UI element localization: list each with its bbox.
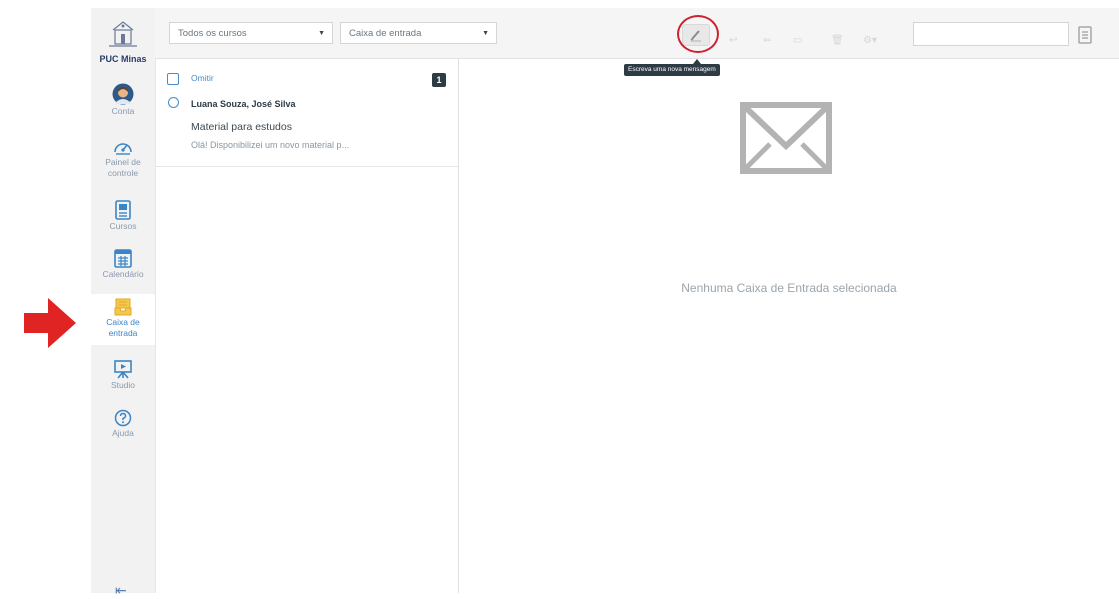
nav-item-painel[interactable]: Painel de controle [91,138,155,179]
message-sender: Luana Souza, José Silva [191,99,296,109]
nav-item-conta[interactable]: Conta [91,83,155,117]
nav-item-cursos[interactable]: Cursos [91,200,155,232]
mailbox-filter-select[interactable]: Caixa de entrada ▼ [340,22,497,44]
courses-icon [115,200,131,220]
more-options-icon[interactable]: ⚙▾ [863,35,877,46]
nav-label: Ajuda [112,428,134,438]
nav-item-caixa-de-entrada[interactable]: Caixa de entrada [91,294,155,345]
empty-state-message: Nenhuma Caixa de Entrada selecionada [681,281,897,295]
nav-label: Conta [111,106,135,116]
message-subject: Material para estudos [191,121,292,133]
help-icon [114,409,132,427]
archive-icon[interactable]: ▭ [793,35,802,46]
reply-icon[interactable]: ↩ [729,35,737,46]
dashboard-icon [114,143,132,155]
unread-count-badge: 1 [432,73,446,87]
message-detail-pane: Nenhuma Caixa de Entrada selecionada [459,59,1119,593]
course-filter-value: Todos os cursos [178,28,247,39]
nav-label: Calendário [102,269,144,279]
highlight-circle [677,15,719,53]
global-nav-sidebar: PUC Minas Conta Painel de controle Curso… [91,8,156,598]
reply-all-icon[interactable]: ⇐ [763,35,771,46]
nav-label: Cursos [109,221,137,231]
unread-indicator-icon[interactable] [168,97,179,108]
mailbox-filter-value: Caixa de entrada [349,28,422,39]
nav-item-ajuda[interactable]: Ajuda [91,409,155,439]
nav-item-calendario[interactable]: Calendário [91,248,155,280]
collapse-nav-icon[interactable]: ⇤ [115,582,127,599]
select-all-checkbox[interactable] [167,73,179,85]
list-divider [155,166,458,167]
address-book-icon[interactable] [1077,26,1093,44]
chevron-down-icon: ▼ [482,30,489,37]
message-list: Omitir 1 Luana Souza, José Silva Materia… [155,59,459,593]
nav-label: Painel de controle [105,157,141,178]
avatar-icon [112,83,134,105]
pointer-arrow-icon [24,298,76,348]
nav-label: Caixa de entrada [106,317,140,338]
delete-icon[interactable]: 🗑 [831,35,844,46]
puc-minas-logo[interactable] [105,20,141,48]
nav-item-studio[interactable]: Studio [91,359,155,391]
logo-text: PUC Minas [99,54,147,64]
select-all-label[interactable]: Omitir [191,73,214,83]
message-snippet: Olá! Disponibilizei um novo material p..… [191,140,350,150]
chevron-down-icon: ▼ [318,30,325,37]
envelope-icon [740,102,832,174]
inbox-icon [114,298,132,316]
studio-icon [114,360,132,379]
nav-label: Studio [110,380,136,390]
search-input[interactable] [913,22,1069,46]
calendar-icon [114,249,132,268]
course-filter-select[interactable]: Todos os cursos ▼ [169,22,333,44]
inbox-toolbar: Todos os cursos ▼ Caixa de entrada ▼ ↩ ⇐… [155,8,1119,59]
